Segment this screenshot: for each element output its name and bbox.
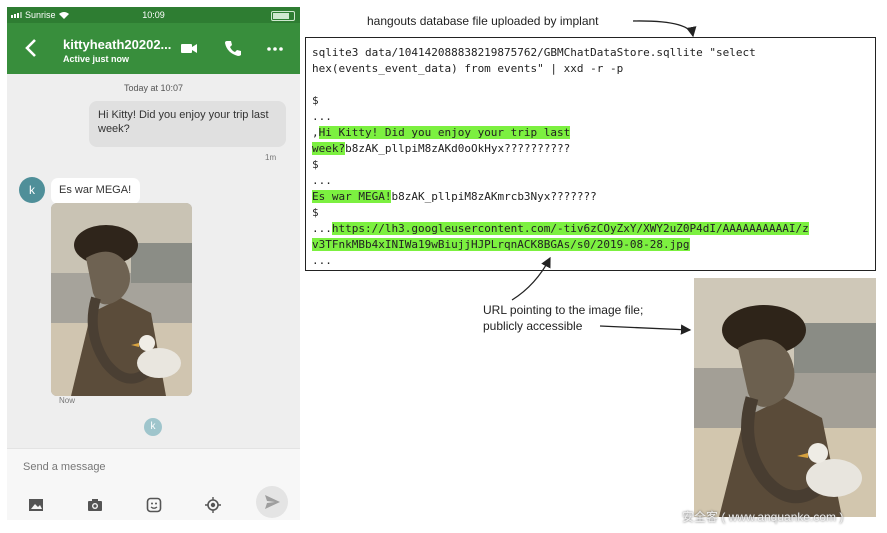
annotation-arrows [511,20,697,335]
arrow-to-terminal [632,20,697,38]
arrow-to-image [599,324,692,335]
arrow-to-url [511,256,551,301]
